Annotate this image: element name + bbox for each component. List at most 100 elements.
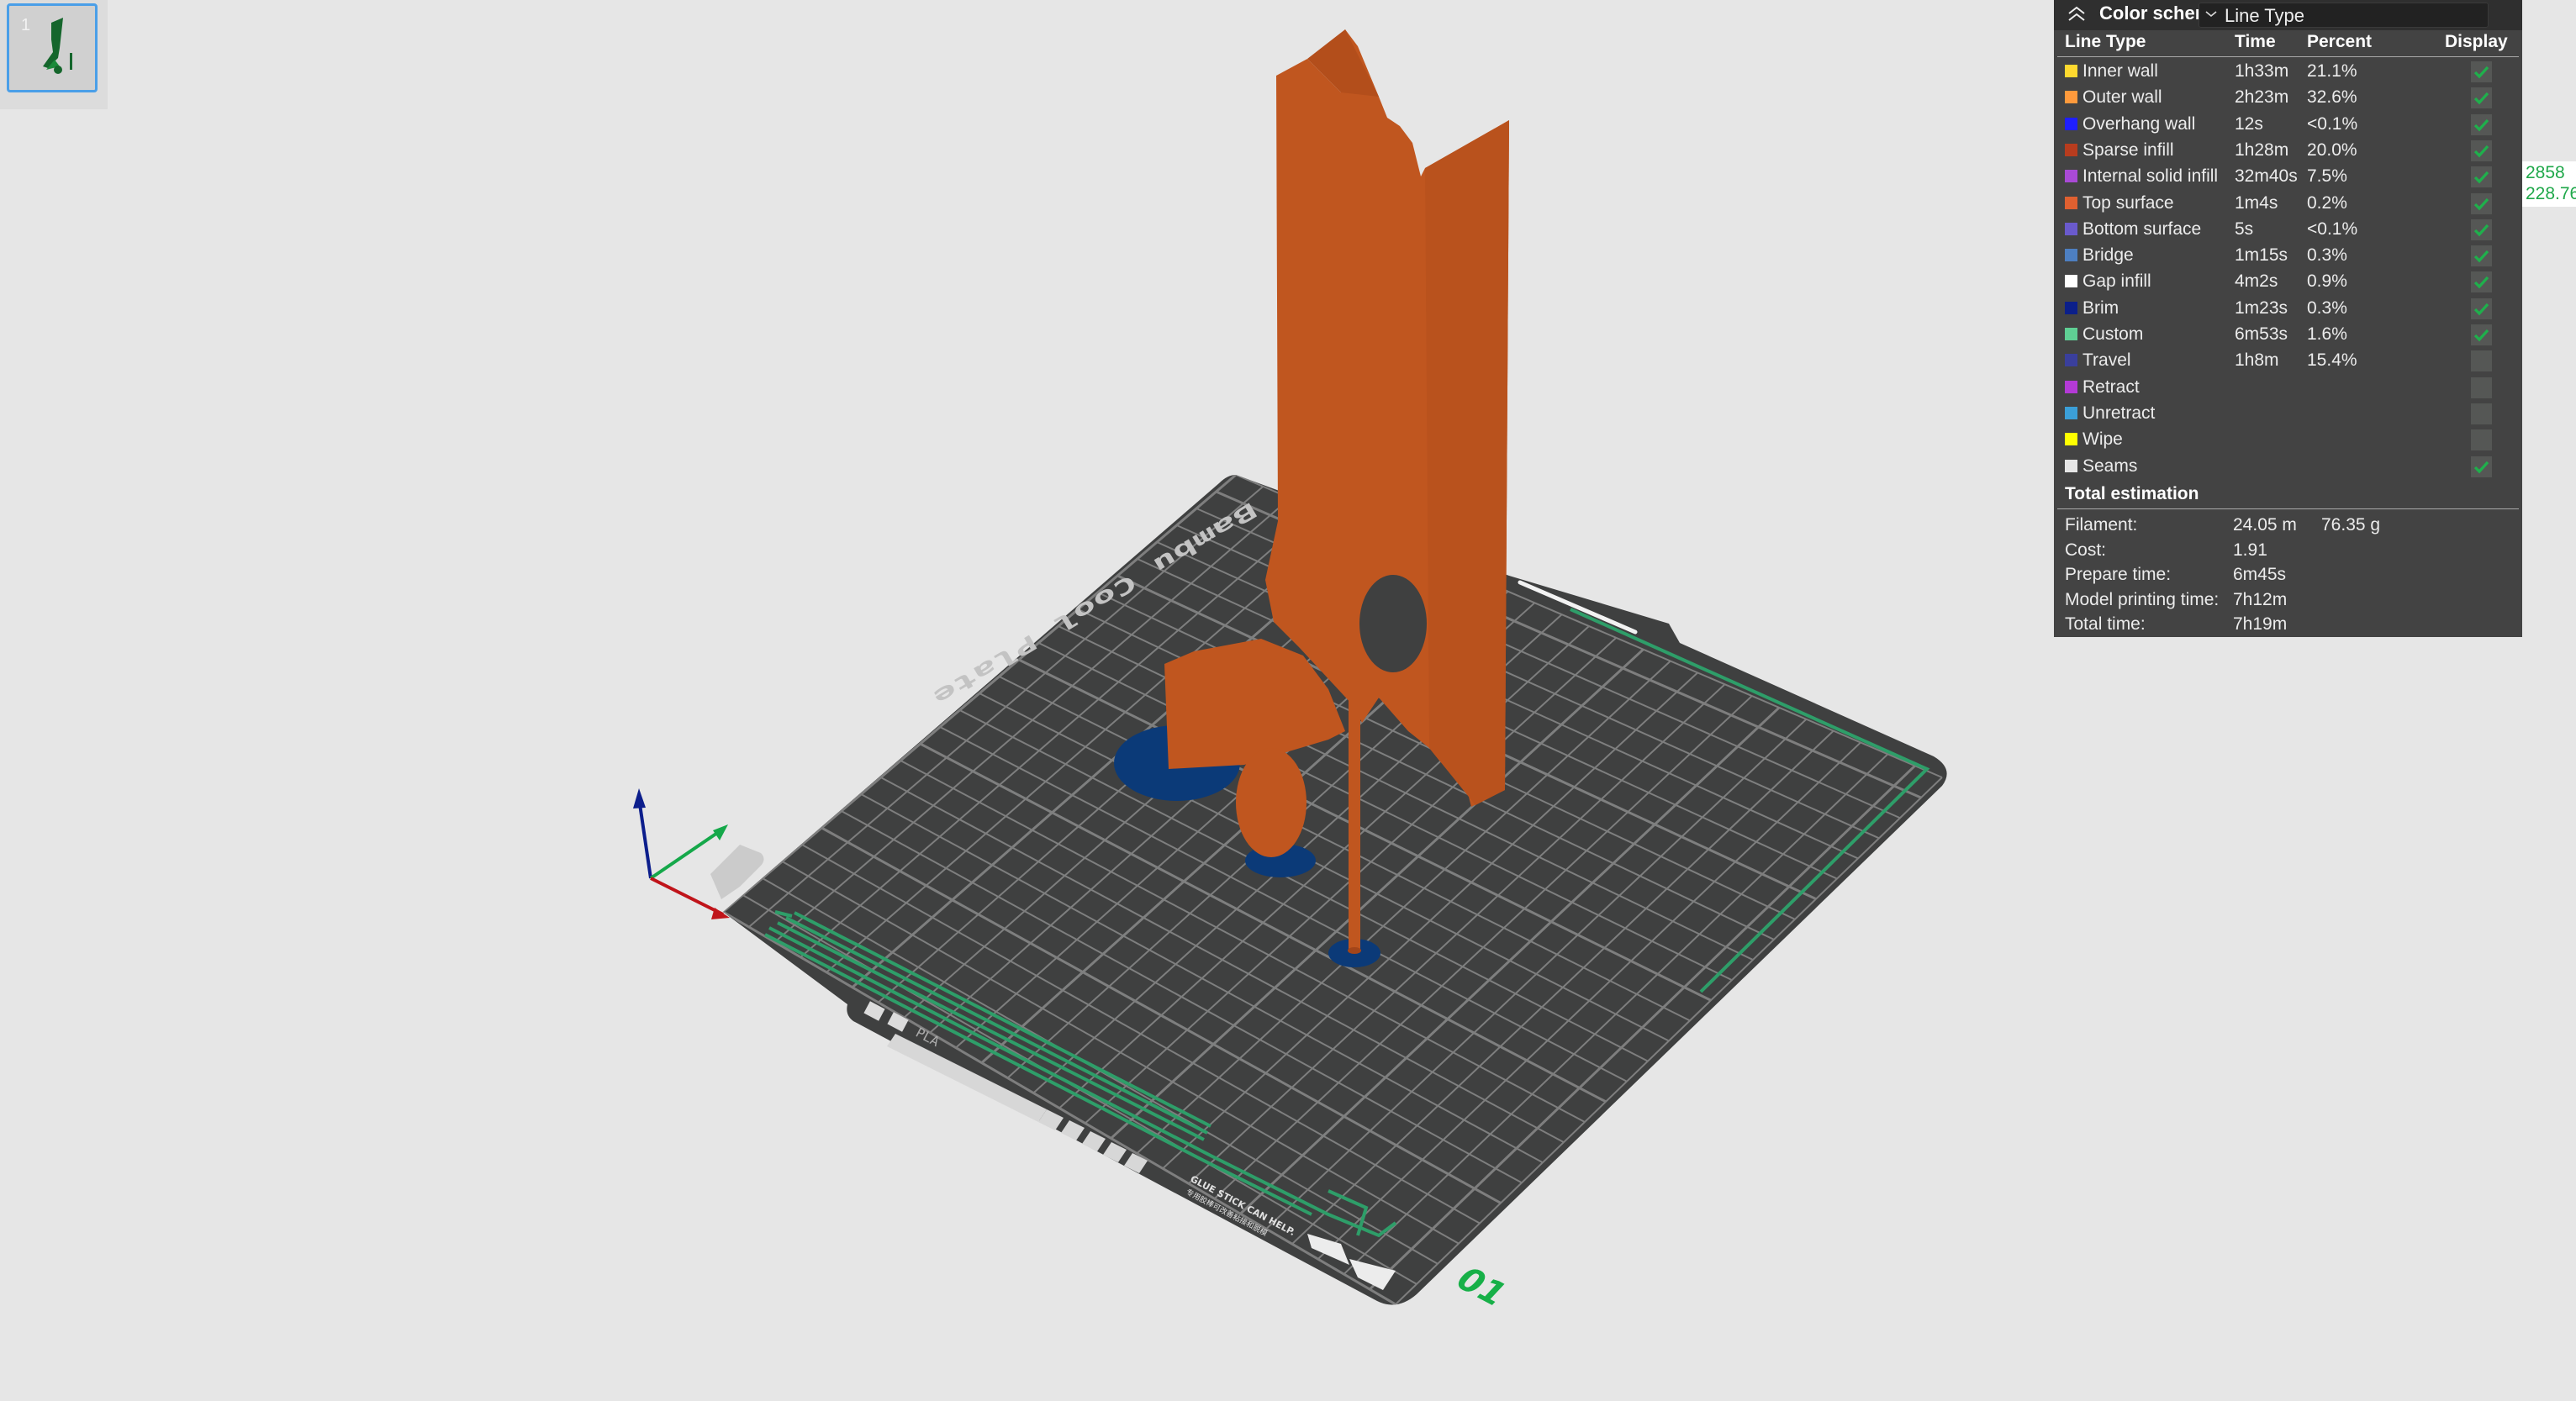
- legend-row: Retract: [2054, 375, 2522, 401]
- checkmark-icon: [2473, 92, 2489, 105]
- line-type-time: 12s: [2235, 113, 2263, 134]
- display-checkbox[interactable]: [2471, 140, 2492, 161]
- line-type-time: 6m53s: [2235, 324, 2288, 344]
- total-row: Total time: 7h19m: [2054, 613, 2522, 637]
- legend-row: Top surface 1m4s 0.2%: [2054, 191, 2522, 217]
- display-checkbox[interactable]: [2471, 113, 2492, 135]
- line-type-name: Overhang wall: [2082, 113, 2196, 134]
- checkmark-icon: [2473, 224, 2489, 237]
- color-swatch: [2065, 196, 2077, 209]
- display-checkbox[interactable]: [2471, 377, 2492, 398]
- color-swatch: [2065, 380, 2077, 393]
- line-type-percent: 0.9%: [2307, 271, 2347, 292]
- total-value: 7h19m: [2233, 614, 2288, 635]
- total-label: Model printing time:: [2065, 589, 2220, 609]
- checkmark-icon: [2473, 329, 2489, 342]
- line-type-name: Travel: [2082, 350, 2131, 371]
- checkmark-icon: [2473, 198, 2489, 210]
- column-percent: Percent: [2307, 32, 2373, 51]
- coord-line-2: 228.76: [2526, 184, 2576, 203]
- line-type-time: 1h8m: [2235, 350, 2279, 371]
- line-type-percent: <0.1%: [2307, 113, 2358, 134]
- legend-row: Seams: [2054, 454, 2522, 480]
- plate-thumbnail[interactable]: 1: [7, 3, 98, 92]
- line-type-percent: 32.6%: [2307, 87, 2357, 108]
- legend-header: Color scheme Line Type: [2054, 0, 2522, 30]
- line-type-name: Brim: [2082, 298, 2119, 318]
- color-swatch: [2065, 91, 2077, 104]
- legend-row: Internal solid infill 32m40s 7.5%: [2054, 164, 2522, 190]
- plate-number: 01: [1447, 1261, 1516, 1313]
- line-type-name: Outer wall: [2082, 87, 2162, 108]
- line-type-name: Sparse infill: [2082, 140, 2174, 160]
- selected-scheme: Line Type: [2225, 5, 2305, 26]
- column-line-type: Line Type: [2065, 32, 2146, 51]
- display-checkbox[interactable]: [2471, 350, 2492, 372]
- checkmark-icon: [2473, 303, 2489, 316]
- line-type-name: Internal solid infill: [2082, 166, 2219, 187]
- line-type-time: 2h23m: [2235, 87, 2289, 108]
- checkmark-icon: [2473, 145, 2489, 158]
- line-type-percent: 1.6%: [2307, 324, 2347, 344]
- checkmark-icon: [2473, 171, 2489, 184]
- display-checkbox[interactable]: [2471, 456, 2492, 477]
- checkmark-icon: [2473, 119, 2489, 131]
- line-type-time: 1m15s: [2235, 245, 2288, 266]
- line-type-percent: 21.1%: [2307, 61, 2357, 81]
- legend-row: Bridge 1m15s 0.3%: [2054, 243, 2522, 269]
- color-swatch: [2065, 222, 2077, 235]
- line-type-time: 5s: [2235, 219, 2254, 239]
- line-type-time: 1h28m: [2235, 140, 2289, 160]
- line-type-percent: 15.4%: [2307, 350, 2357, 371]
- legend-row: Wipe: [2054, 427, 2522, 453]
- total-value: 24.05 m: [2233, 515, 2297, 535]
- legend-row: Brim 1m23s 0.3%: [2054, 296, 2522, 322]
- line-type-name: Wipe: [2082, 429, 2123, 450]
- display-checkbox[interactable]: [2471, 87, 2492, 109]
- total-row: Model printing time: 7h12m: [2054, 588, 2522, 613]
- total-row: Prepare time: 6m45s: [2054, 563, 2522, 587]
- total-label: Total time:: [2065, 614, 2146, 635]
- legend-row: Overhang wall 12s <0.1%: [2054, 112, 2522, 138]
- display-checkbox[interactable]: [2471, 219, 2492, 240]
- plate-thumbnail-icon: [43, 18, 72, 74]
- color-swatch: [2065, 406, 2077, 419]
- total-value: 6m45s: [2233, 565, 2287, 585]
- checkmark-icon: [2473, 66, 2489, 79]
- display-checkbox[interactable]: [2471, 298, 2492, 319]
- coordinate-readout: 2858 228.76: [2522, 161, 2576, 207]
- header-divider: [2057, 56, 2519, 57]
- collapse-icon[interactable]: [2066, 3, 2088, 25]
- total-estimation-title: Total estimation: [2065, 484, 2199, 503]
- line-type-time: 1m23s: [2235, 298, 2288, 318]
- color-swatch: [2065, 65, 2077, 77]
- total-row: Filament: 24.05 m 76.35 g: [2054, 514, 2522, 538]
- line-type-name: Top surface: [2082, 192, 2174, 213]
- display-checkbox[interactable]: [2471, 166, 2492, 188]
- line-type-name: Unretract: [2082, 403, 2156, 423]
- line-type-percent: 0.2%: [2307, 192, 2347, 213]
- display-checkbox[interactable]: [2471, 403, 2492, 424]
- plate-list: 1: [0, 0, 108, 109]
- display-checkbox[interactable]: [2471, 192, 2492, 214]
- display-checkbox[interactable]: [2471, 245, 2492, 267]
- display-checkbox[interactable]: [2471, 429, 2492, 451]
- legend-row: Unretract: [2054, 401, 2522, 427]
- display-checkbox[interactable]: [2471, 324, 2492, 345]
- total-value: 7h12m: [2233, 589, 2288, 609]
- chevron-down-icon: [2205, 11, 2217, 18]
- display-checkbox[interactable]: [2471, 61, 2492, 82]
- color-swatch: [2065, 328, 2077, 340]
- column-display: Display: [2445, 32, 2508, 51]
- display-checkbox[interactable]: [2471, 271, 2492, 293]
- axes-gizmo: [633, 788, 730, 919]
- line-type-time: 1h33m: [2235, 61, 2289, 81]
- color-swatch: [2065, 170, 2077, 183]
- color-scheme-dropdown[interactable]: Line Type: [2199, 3, 2489, 28]
- legend-panel: Color scheme Line Type Line Type Time Pe…: [2054, 0, 2522, 637]
- line-type-percent: 0.3%: [2307, 298, 2347, 318]
- color-swatch: [2065, 249, 2077, 262]
- color-swatch: [2065, 354, 2077, 367]
- legend-row: Inner wall 1h33m 21.1%: [2054, 59, 2522, 85]
- z-axis: [637, 798, 652, 879]
